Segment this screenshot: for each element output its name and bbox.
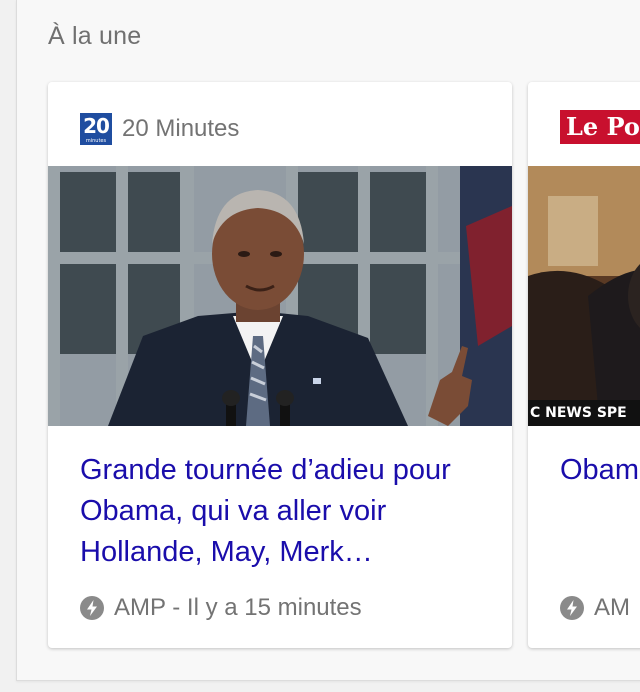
amp-lightning-icon (560, 596, 584, 620)
article-headline[interactable]: Grande tournée d’adieu pour Obama, qui v… (80, 450, 490, 573)
article-headline[interactable]: Obam renco (560, 450, 640, 491)
source-row: 20 minutes 20 Minutes (80, 112, 239, 146)
article-meta-text: AM (594, 594, 630, 621)
section-title: À la une (48, 22, 142, 50)
source-logo-subtext: minutes (85, 138, 107, 144)
news-card[interactable]: Le Po C NEWS SPE Obam renco AM (528, 82, 640, 648)
source-logo: 20 minutes (80, 113, 112, 145)
source-logo-text: 20 (83, 114, 110, 138)
amp-lightning-icon (80, 596, 104, 620)
article-meta-text: AMP - Il y a 15 minutes (114, 594, 362, 621)
article-meta: AM (560, 592, 630, 624)
source-logo: Le Po (560, 110, 640, 144)
article-thumbnail[interactable]: C NEWS SPE (528, 166, 640, 426)
news-card[interactable]: 20 minutes 20 Minutes Grande tournée d’a… (48, 82, 512, 648)
image-caption: C NEWS SPE (528, 400, 640, 426)
article-thumbnail[interactable] (48, 166, 512, 426)
source-name: 20 Minutes (122, 115, 240, 142)
article-meta: AMP - Il y a 15 minutes (80, 592, 362, 624)
